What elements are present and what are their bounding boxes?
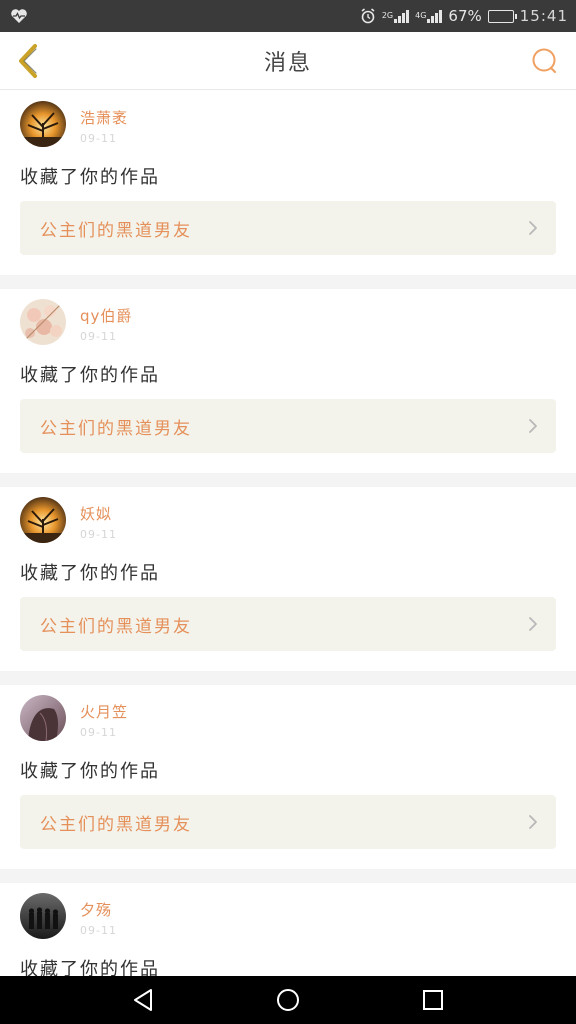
work-title: 公主们的黑道男友 xyxy=(40,814,192,835)
search-icon xyxy=(532,48,556,73)
avatar[interactable] xyxy=(20,695,66,741)
battery-icon xyxy=(487,9,517,23)
action-text: 收藏了你的作品 xyxy=(20,167,160,188)
search-button[interactable] xyxy=(528,44,562,78)
message-date: 09-11 xyxy=(80,726,117,739)
work-title: 公主们的黑道男友 xyxy=(40,220,192,241)
work-link[interactable]: 公主们的黑道男友 xyxy=(20,399,556,453)
user-meta: 火月笠 09-11 xyxy=(80,695,128,739)
action-text: 收藏了你的作品 xyxy=(20,959,160,976)
message-card[interactable]: 浩萧袤 09-11 收藏了你的作品公主们的黑道男友 xyxy=(0,91,576,275)
message-card[interactable]: 火月笠 09-11 收藏了你的作品公主们的黑道男友 xyxy=(0,685,576,869)
system-nav-bar xyxy=(0,976,576,1024)
message-date: 09-11 xyxy=(80,528,117,541)
header-bar: 消息 xyxy=(0,32,576,90)
user-meta: qy伯爵 09-11 xyxy=(80,299,132,343)
action-text: 收藏了你的作品 xyxy=(20,563,160,584)
signal-icon-2: 4G xyxy=(415,9,443,23)
square-recents-icon xyxy=(423,990,444,1010)
username[interactable]: 浩萧袤 xyxy=(80,107,128,128)
action-text: 收藏了你的作品 xyxy=(20,365,160,386)
chevron-right-icon xyxy=(528,814,538,830)
card-separator xyxy=(0,473,576,487)
signal-icon: 2G xyxy=(381,9,410,23)
username[interactable]: 妖姒 xyxy=(80,503,117,524)
chevron-right-icon xyxy=(528,418,538,434)
message-date: 09-11 xyxy=(80,330,117,343)
work-link[interactable]: 公主们的黑道男友 xyxy=(20,795,556,849)
battery-percent: 67% xyxy=(448,7,482,25)
user-row: 妖姒 09-11 xyxy=(20,497,556,545)
nav-home-button[interactable] xyxy=(268,980,308,1020)
message-date: 09-11 xyxy=(80,924,117,937)
user-row: 夕殇 09-11 xyxy=(20,893,556,941)
avatar[interactable] xyxy=(20,299,66,345)
work-link[interactable]: 公主们的黑道男友 xyxy=(20,201,556,255)
back-button[interactable] xyxy=(8,40,48,82)
page-title: 消息 xyxy=(263,50,312,76)
status-bar: 2G 4G 67% 15:41 xyxy=(0,0,576,32)
triangle-back-icon xyxy=(133,989,152,1011)
chevron-right-icon xyxy=(528,220,538,236)
username[interactable]: 火月笠 xyxy=(80,701,128,722)
heart-pulse-icon xyxy=(10,8,28,24)
network-label-1: 2G xyxy=(381,11,394,20)
work-link[interactable]: 公主们的黑道男友 xyxy=(20,597,556,651)
nav-recents-button[interactable] xyxy=(413,980,453,1020)
user-meta: 浩萧袤 09-11 xyxy=(80,101,128,145)
username[interactable]: qy伯爵 xyxy=(80,305,132,326)
avatar[interactable] xyxy=(20,893,66,939)
work-title: 公主们的黑道男友 xyxy=(40,418,192,439)
chevron-right-icon xyxy=(528,616,538,632)
work-title: 公主们的黑道男友 xyxy=(40,616,192,637)
message-card[interactable]: qy伯爵 09-11 收藏了你的作品公主们的黑道男友 xyxy=(0,289,576,473)
user-meta: 妖姒 09-11 xyxy=(80,497,117,541)
chevron-left-icon xyxy=(19,44,37,78)
user-row: 火月笠 09-11 xyxy=(20,695,556,743)
network-label-2: 4G xyxy=(415,11,427,20)
message-card[interactable]: 妖姒 09-11 收藏了你的作品公主们的黑道男友 xyxy=(0,487,576,671)
card-separator xyxy=(0,671,576,685)
nav-back-button[interactable] xyxy=(123,980,163,1020)
user-meta: 夕殇 09-11 xyxy=(80,893,117,937)
card-separator xyxy=(0,275,576,289)
avatar[interactable] xyxy=(20,101,66,147)
message-card[interactable]: 夕殇09-11收藏了你的作品公主们的黑道男友 xyxy=(0,883,576,976)
clock: 15:41 xyxy=(519,7,568,25)
card-separator xyxy=(0,869,576,883)
user-row: 浩萧袤 09-11 xyxy=(20,101,556,149)
username[interactable]: 夕殇 xyxy=(80,899,117,920)
alarm-icon xyxy=(360,8,376,24)
circle-home-icon xyxy=(276,989,299,1011)
avatar[interactable] xyxy=(20,497,66,543)
user-row: qy伯爵 09-11 xyxy=(20,299,556,347)
message-list[interactable]: 浩萧袤 09-11 收藏了你的作品 公主们的黑道男友 qy伯爵 09-11 收藏了你的作品公… xyxy=(0,91,576,976)
message-date: 09-11 xyxy=(80,132,117,145)
action-text: 收藏了你的作品 xyxy=(20,761,160,782)
